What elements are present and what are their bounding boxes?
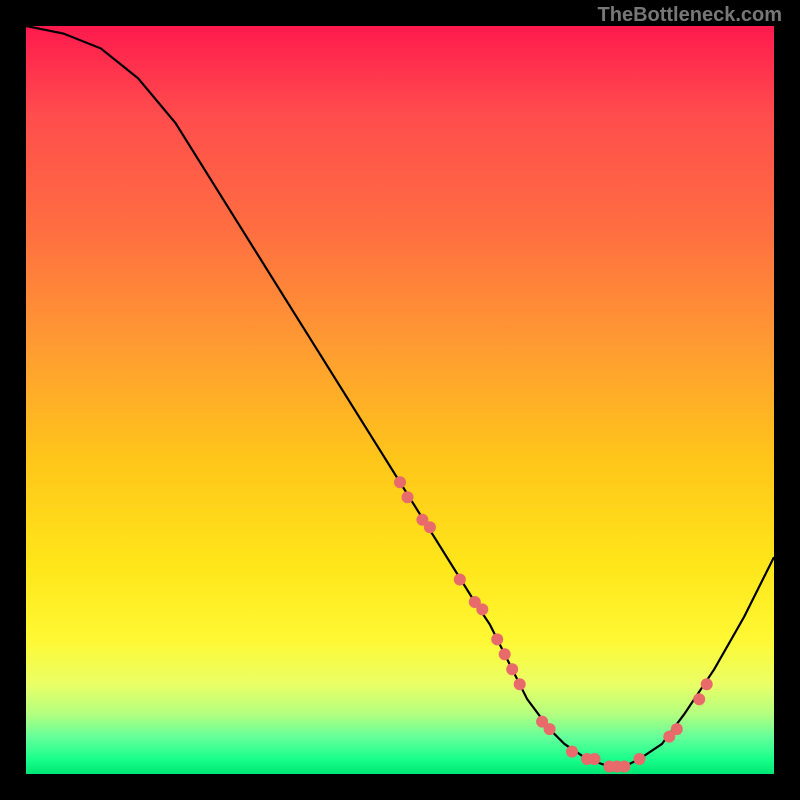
watermark-text: TheBottleneck.com (598, 4, 782, 27)
data-point (514, 678, 526, 690)
data-point (701, 678, 713, 690)
data-point (506, 663, 518, 675)
data-point (424, 521, 436, 533)
chart-plot-area (26, 26, 774, 774)
chart-data-points (394, 476, 713, 772)
bottleneck-curve (26, 26, 774, 767)
data-point (618, 761, 630, 773)
data-point (589, 753, 601, 765)
data-point (491, 633, 503, 645)
bottleneck-chart-svg (26, 26, 774, 774)
data-point (499, 648, 511, 660)
data-point (633, 753, 645, 765)
data-point (544, 723, 556, 735)
data-point (566, 746, 578, 758)
data-point (402, 491, 414, 503)
data-point (394, 476, 406, 488)
data-point (693, 693, 705, 705)
data-point (454, 574, 466, 586)
data-point (476, 603, 488, 615)
data-point (671, 723, 683, 735)
